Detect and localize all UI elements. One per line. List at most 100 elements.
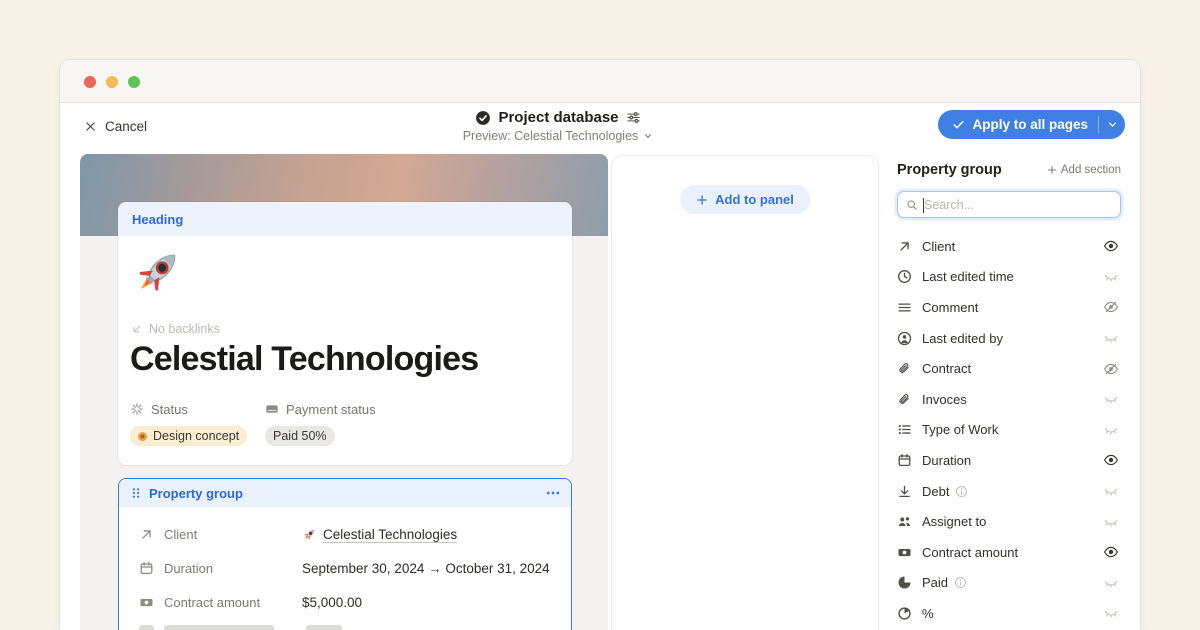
status-property[interactable]: Status Design concept — [130, 400, 247, 446]
calendar-icon — [897, 453, 912, 468]
pie-ring-icon — [897, 606, 912, 621]
page-title[interactable]: Celestial Technologies — [130, 340, 478, 379]
visibility-toggle-eye-open-icon[interactable] — [1103, 238, 1119, 254]
payment-status-value: Paid 50% — [273, 429, 327, 443]
visibility-toggle-eye-open-icon[interactable] — [1103, 452, 1119, 468]
preview-selector[interactable]: Preview: Celestial Technologies — [418, 129, 698, 143]
visibility-toggle-eye-closed-icon[interactable] — [1103, 391, 1119, 407]
sidebar-property-row[interactable]: % — [897, 598, 1121, 629]
backlinks-row[interactable]: No backlinks — [131, 322, 220, 336]
visibility-toggle-eye-closed-icon[interactable] — [1103, 330, 1119, 346]
sidebar-property-row[interactable]: Paid — [897, 568, 1121, 599]
sidebar-property-row[interactable]: Invoces — [897, 384, 1121, 415]
search-icon — [906, 199, 918, 211]
verified-badge-icon — [475, 110, 491, 126]
sidebar-title: Property group — [897, 162, 1047, 178]
property-row[interactable]: DurationSeptember 30, 2024 → October 31,… — [119, 551, 571, 585]
traffic-light-minimize[interactable] — [106, 76, 118, 88]
cancel-button[interactable]: Cancel — [84, 119, 147, 134]
property-value[interactable]: Celestial Technologies — [302, 527, 457, 542]
property-label: Contract amount — [922, 545, 1018, 560]
visibility-toggle-eye-closed-icon[interactable] — [1103, 514, 1119, 530]
arrow-up-right-icon — [139, 527, 154, 542]
sidebar-property-row[interactable]: Debt — [897, 476, 1121, 507]
apply-dropdown-button[interactable] — [1099, 110, 1125, 139]
property-value[interactable]: $5,000.00 — [302, 595, 362, 610]
status-value-pill[interactable]: Design concept — [130, 426, 247, 446]
property-group-card[interactable]: Property group ClientCelestial Technolog… — [118, 478, 572, 630]
settings-sliders-icon[interactable] — [626, 110, 641, 125]
apply-to-all-pages-button[interactable]: Apply to all pages — [938, 110, 1125, 139]
property-sidebar: Property group Add section ClientLast ed… — [897, 160, 1121, 629]
visibility-toggle-eye-closed-icon[interactable] — [1103, 422, 1119, 438]
database-title: Project database — [498, 109, 618, 126]
plus-icon — [696, 194, 708, 206]
window-titlebar — [60, 60, 1140, 103]
property-label: % — [922, 606, 934, 621]
visibility-toggle-eye-closed-icon[interactable] — [1103, 575, 1119, 591]
sidebar-property-row[interactable]: Type of Work — [897, 415, 1121, 446]
property-label: Invoces — [922, 392, 967, 407]
heading-section-card[interactable]: Heading No backlinks Celestial Technolog… — [118, 202, 572, 465]
search-input[interactable] — [924, 198, 1094, 212]
app-window: Cancel Project database Preview: Celesti… — [60, 60, 1140, 630]
sidebar-property-row[interactable]: Contract — [897, 353, 1121, 384]
add-section-label: Add section — [1061, 164, 1121, 176]
heading-section-header: Heading — [118, 202, 572, 236]
page-rocket-icon[interactable] — [130, 244, 186, 300]
visibility-toggle-eye-closed-icon[interactable] — [1103, 605, 1119, 621]
status-value: Design concept — [153, 429, 239, 443]
property-label: Paid — [922, 575, 948, 590]
add-to-panel-button[interactable]: Add to panel — [680, 185, 810, 214]
property-value-text: Celestial Technologies — [323, 527, 457, 542]
property-label: Debt — [922, 484, 949, 499]
credit-card-icon — [265, 402, 279, 416]
traffic-light-close[interactable] — [84, 76, 96, 88]
visibility-toggle-eye-closed-icon[interactable] — [1103, 483, 1119, 499]
property-group-rows: ClientCelestial TechnologiesDurationSept… — [119, 507, 571, 619]
visibility-toggle-eye-open-icon[interactable] — [1103, 544, 1119, 560]
chevron-down-icon — [1107, 119, 1118, 130]
preview-label: Preview: Celestial Technologies — [463, 129, 639, 143]
apply-label: Apply to all pages — [972, 117, 1098, 132]
arrow-up-right-icon — [897, 239, 912, 254]
property-value-text: $5,000.00 — [302, 595, 362, 610]
sidebar-property-row[interactable]: Duration — [897, 445, 1121, 476]
property-label: Comment — [922, 300, 978, 315]
paperclip-icon — [897, 361, 912, 376]
drag-handle-icon[interactable] — [129, 486, 143, 500]
property-row[interactable]: ClientCelestial Technologies — [119, 517, 571, 551]
property-search-box[interactable] — [897, 191, 1121, 218]
traffic-light-zoom[interactable] — [128, 76, 140, 88]
property-label: Assignet to — [922, 514, 986, 529]
sidebar-property-row[interactable]: Assignet to — [897, 506, 1121, 537]
sidebar-property-row[interactable]: Last edited by — [897, 323, 1121, 354]
download-icon — [897, 484, 912, 499]
property-label: Type of Work — [922, 422, 998, 437]
paperclip-icon — [897, 392, 912, 407]
payment-status-value-pill[interactable]: Paid 50% — [265, 426, 335, 446]
payment-status-property[interactable]: Payment status Paid 50% — [265, 400, 376, 446]
visibility-toggle-eye-closed-icon[interactable] — [1103, 269, 1119, 285]
more-options-icon[interactable] — [545, 485, 561, 501]
property-label: Contract amount — [164, 595, 302, 610]
arrow-down-left-icon — [131, 323, 143, 335]
sidebar-property-row[interactable]: Contract amount — [897, 537, 1121, 568]
check-icon — [952, 118, 965, 131]
layout-panel: Add to panel — [612, 156, 878, 630]
property-group-title: Property group — [149, 486, 545, 501]
property-label: Duration — [922, 453, 971, 468]
property-row[interactable]: Contract amount$5,000.00 — [119, 585, 571, 619]
visibility-toggle-eye-slash-icon[interactable] — [1103, 361, 1119, 377]
sidebar-property-row[interactable]: Comment — [897, 292, 1121, 323]
visibility-toggle-eye-slash-icon[interactable] — [1103, 299, 1119, 315]
clock-icon — [897, 269, 912, 284]
sidebar-property-row[interactable]: Client — [897, 231, 1121, 262]
property-value-text: September 30, 2024 → October 31, 2024 — [302, 561, 550, 576]
add-section-button[interactable]: Add section — [1047, 164, 1121, 176]
close-icon — [84, 120, 97, 133]
property-value[interactable]: September 30, 2024 → October 31, 2024 — [302, 561, 550, 576]
sidebar-property-row[interactable]: Last edited time — [897, 262, 1121, 293]
text-cursor — [923, 198, 924, 213]
cancel-label: Cancel — [105, 119, 147, 134]
